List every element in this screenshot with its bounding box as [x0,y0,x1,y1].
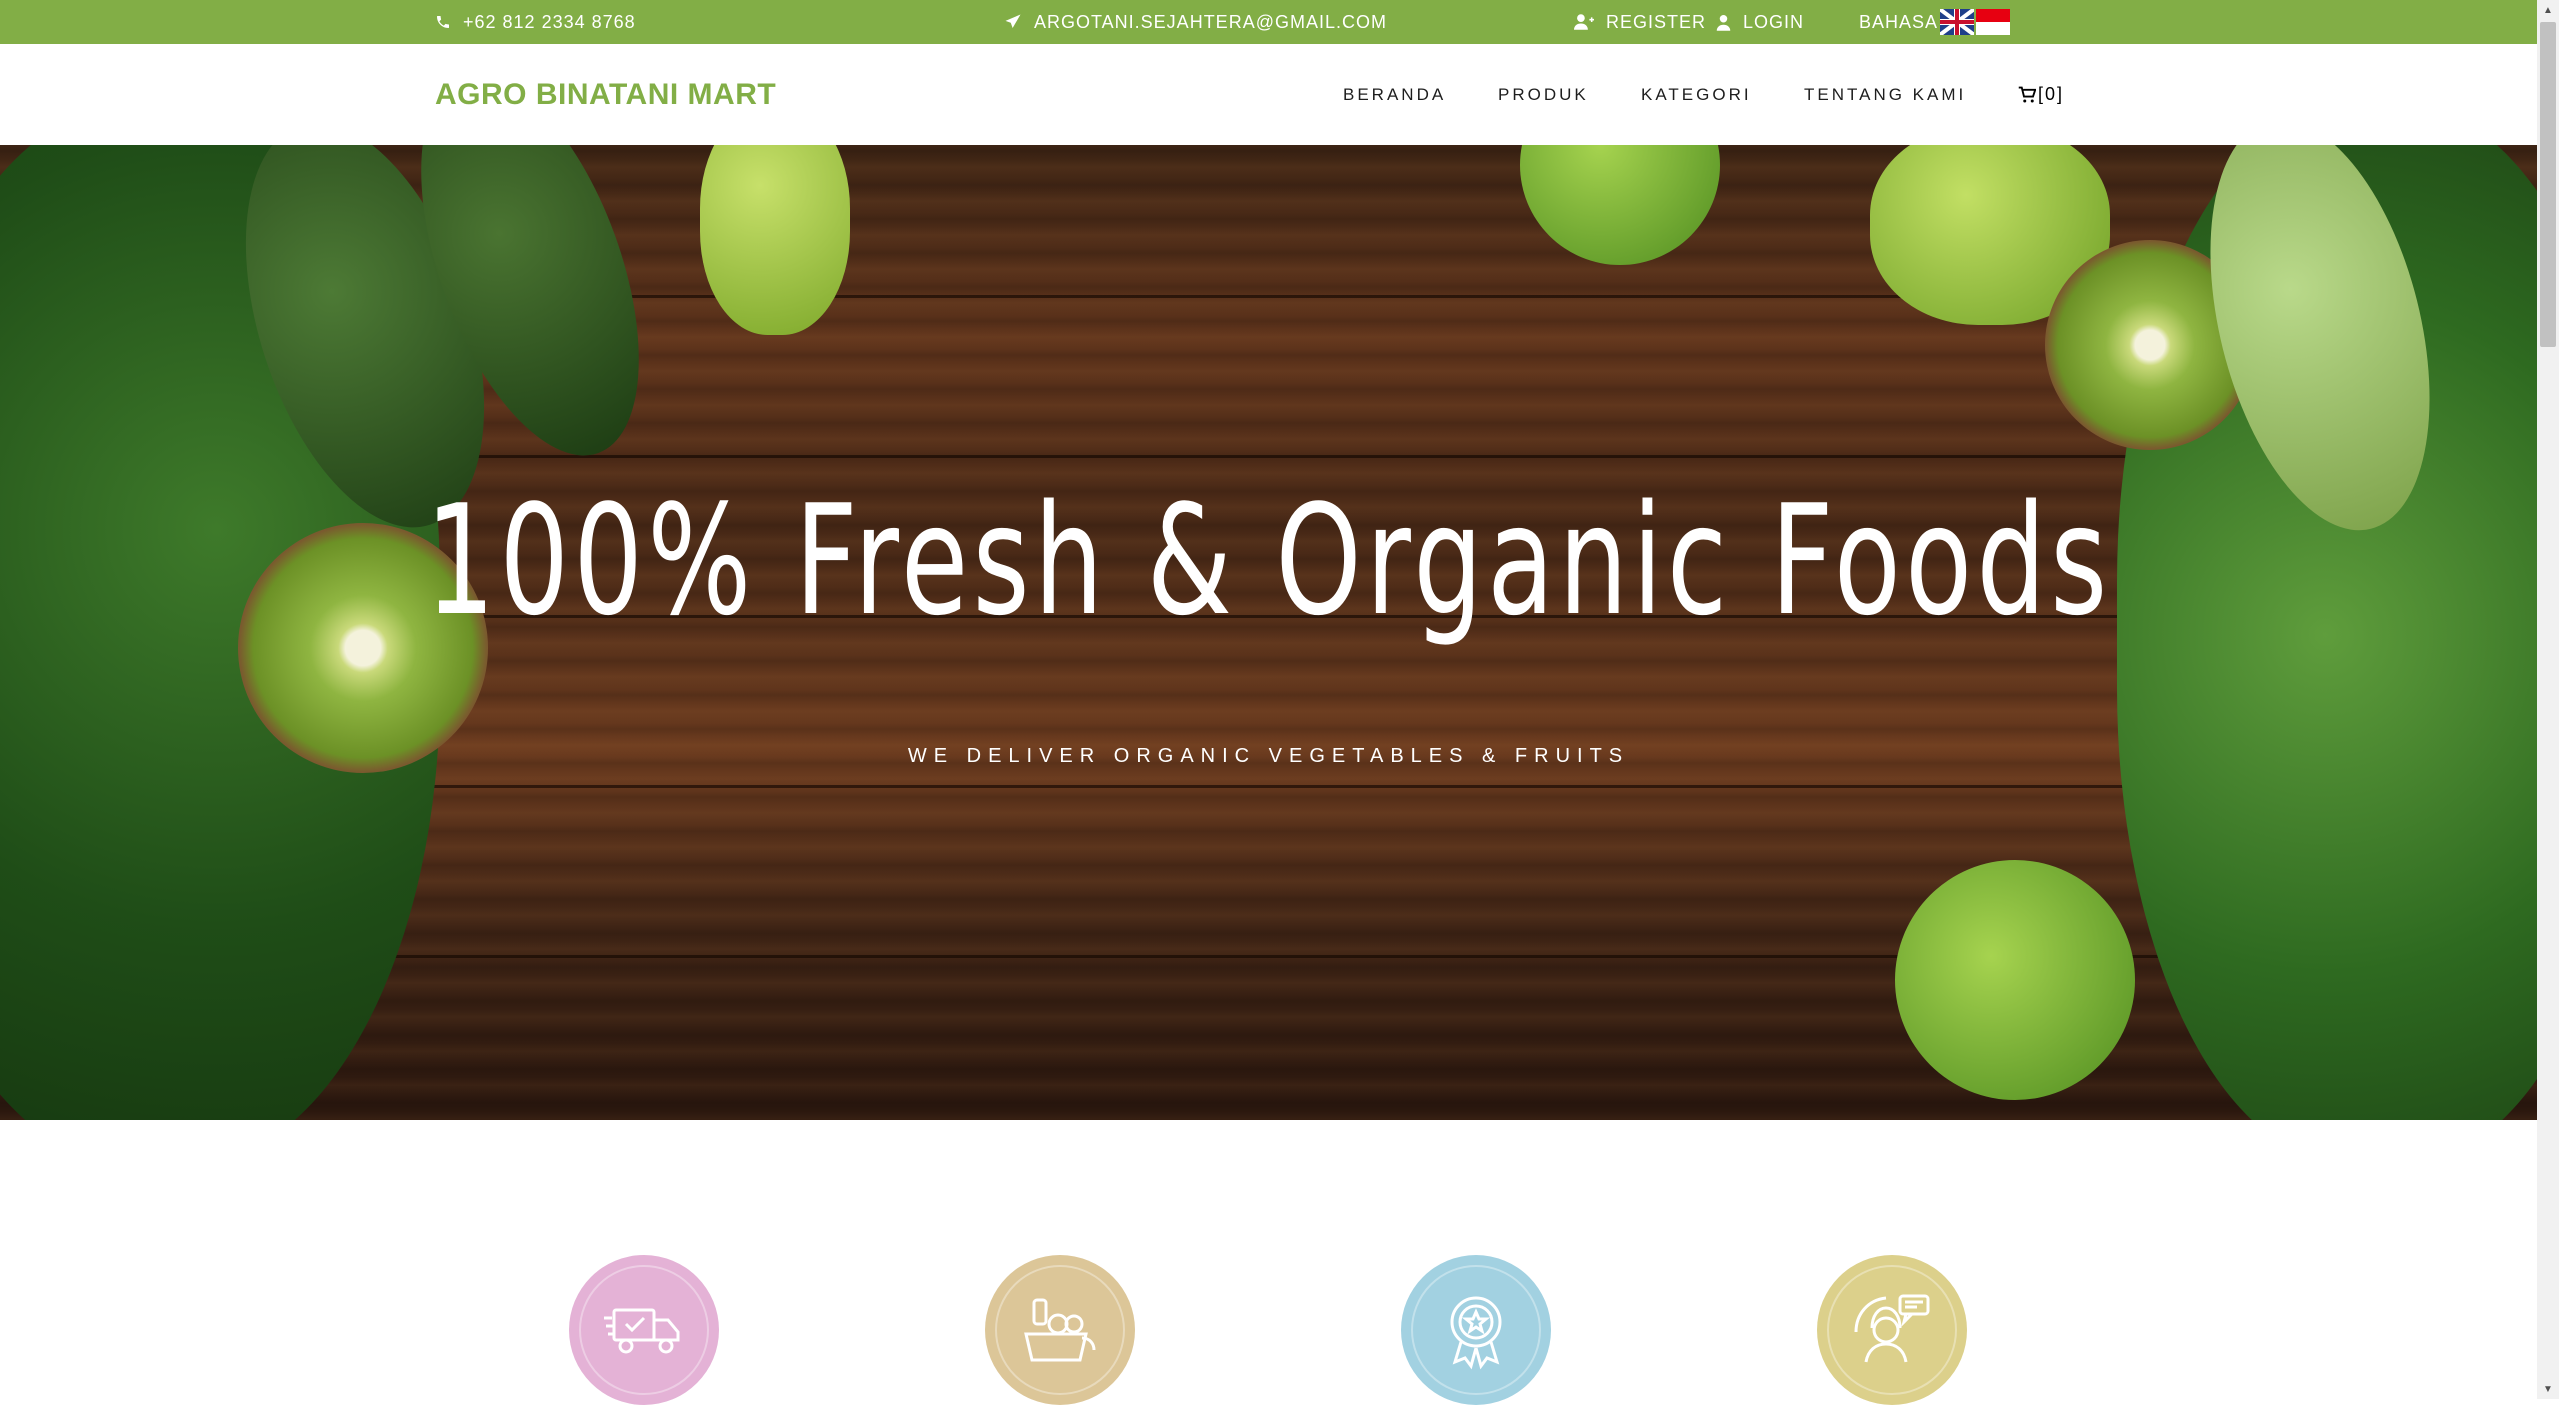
english-flag-icon[interactable] [1940,9,1975,35]
cart-link[interactable]: [0] [2018,44,2064,145]
register-link[interactable]: REGISTER [1574,0,1706,44]
green-pepper-image [700,145,850,335]
email-address: ARGOTANI.SEJAHTERA@GMAIL.COM [1034,11,1387,32]
lime-image [1895,860,2135,1100]
login-label: LOGIN [1743,11,1805,32]
email-contact[interactable]: ARGOTANI.SEJAHTERA@GMAIL.COM [1004,0,1387,44]
hero-banner: 100% Fresh & Organic Foods WE DELIVER OR… [0,145,2537,1120]
hero-subtitle: WE DELIVER ORGANIC VEGETABLES & FRUITS [907,745,1630,767]
service-support [1817,1255,1967,1405]
brand-logo[interactable]: AGRO BINATANI MART [435,44,776,145]
nav-item-beranda[interactable]: BERANDA [1343,44,1446,145]
service-groceries [985,1255,1135,1405]
service-quality [1401,1255,1551,1405]
cart-count: [0] [2038,84,2065,104]
register-label: REGISTER [1606,11,1707,32]
cart-icon [2018,86,2036,102]
scrollbar-thumb[interactable] [2540,22,2556,347]
nav-item-kategori[interactable]: KATEGORI [1641,44,1752,145]
user-icon [1716,14,1731,31]
language-switcher: BAHASA [1859,0,2011,44]
scroll-down-arrow-icon[interactable]: ▼ [2537,1379,2559,1399]
top-contact-bar: +62 812 2334 8768 ARGOTANI.SEJAHTERA@GMA… [0,0,2537,44]
login-link[interactable]: LOGIN [1716,0,1804,44]
language-label: BAHASA [1859,11,1939,32]
quality-badge-icon [1450,1296,1502,1370]
nav-item-tentang-kami[interactable]: TENTANG KAMI [1804,44,1966,145]
paper-plane-icon [1005,14,1021,28]
nav-item-produk[interactable]: PRODUK [1498,44,1589,145]
scroll-up-arrow-icon[interactable]: ▲ [2537,0,2559,20]
phone-number: +62 812 2334 8768 [463,11,636,32]
grocery-bag-icon [1024,1298,1096,1362]
page-scrollbar[interactable]: ▲ ▼ [2537,0,2559,1399]
service-delivery [569,1255,719,1405]
delivery-truck-icon [604,1308,680,1354]
customer-support-icon [1854,1294,1930,1363]
lime-image [1520,145,1720,265]
add-user-icon [1574,14,1594,30]
hero-title: 100% Fresh & Organic Foods [425,472,2112,649]
main-navbar: AGRO BINATANI MART BERANDA PRODUK KATEGO… [0,44,2537,145]
indonesia-flag-icon[interactable] [1976,9,2011,35]
phone-contact[interactable]: +62 812 2334 8768 [435,0,636,44]
phone-icon [437,16,449,28]
